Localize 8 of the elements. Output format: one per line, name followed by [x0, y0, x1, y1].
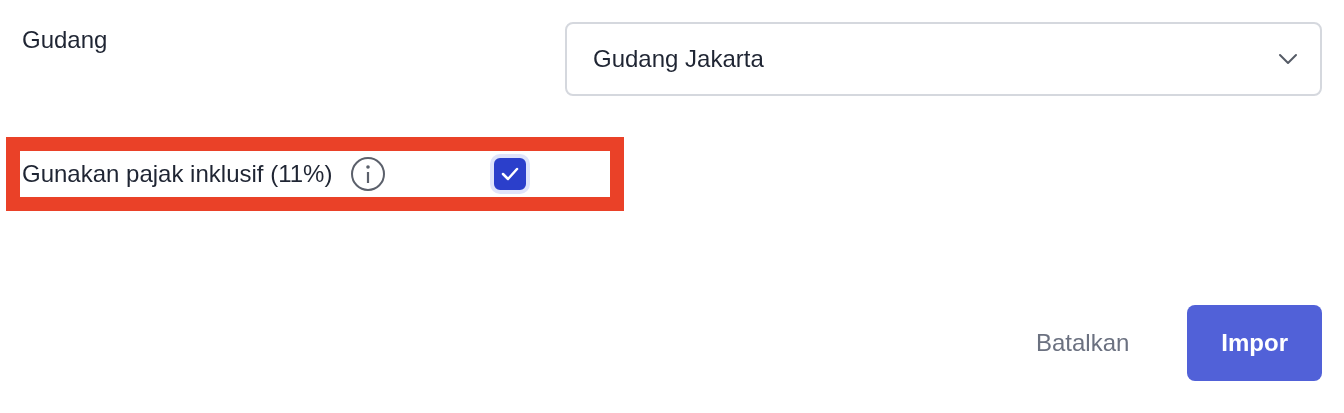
checkmark-icon — [501, 167, 520, 181]
option-label: Gunakan pajak inklusif (11%) — [22, 160, 333, 188]
info-icon[interactable] — [350, 156, 387, 192]
warehouse-select[interactable]: Gudang Jakarta — [565, 22, 1322, 96]
import-button[interactable]: Impor — [1187, 305, 1322, 381]
cancel-button[interactable]: Batalkan — [1007, 305, 1158, 381]
field-label: Gudang — [22, 26, 109, 54]
chevron-down-icon — [1278, 53, 1298, 65]
